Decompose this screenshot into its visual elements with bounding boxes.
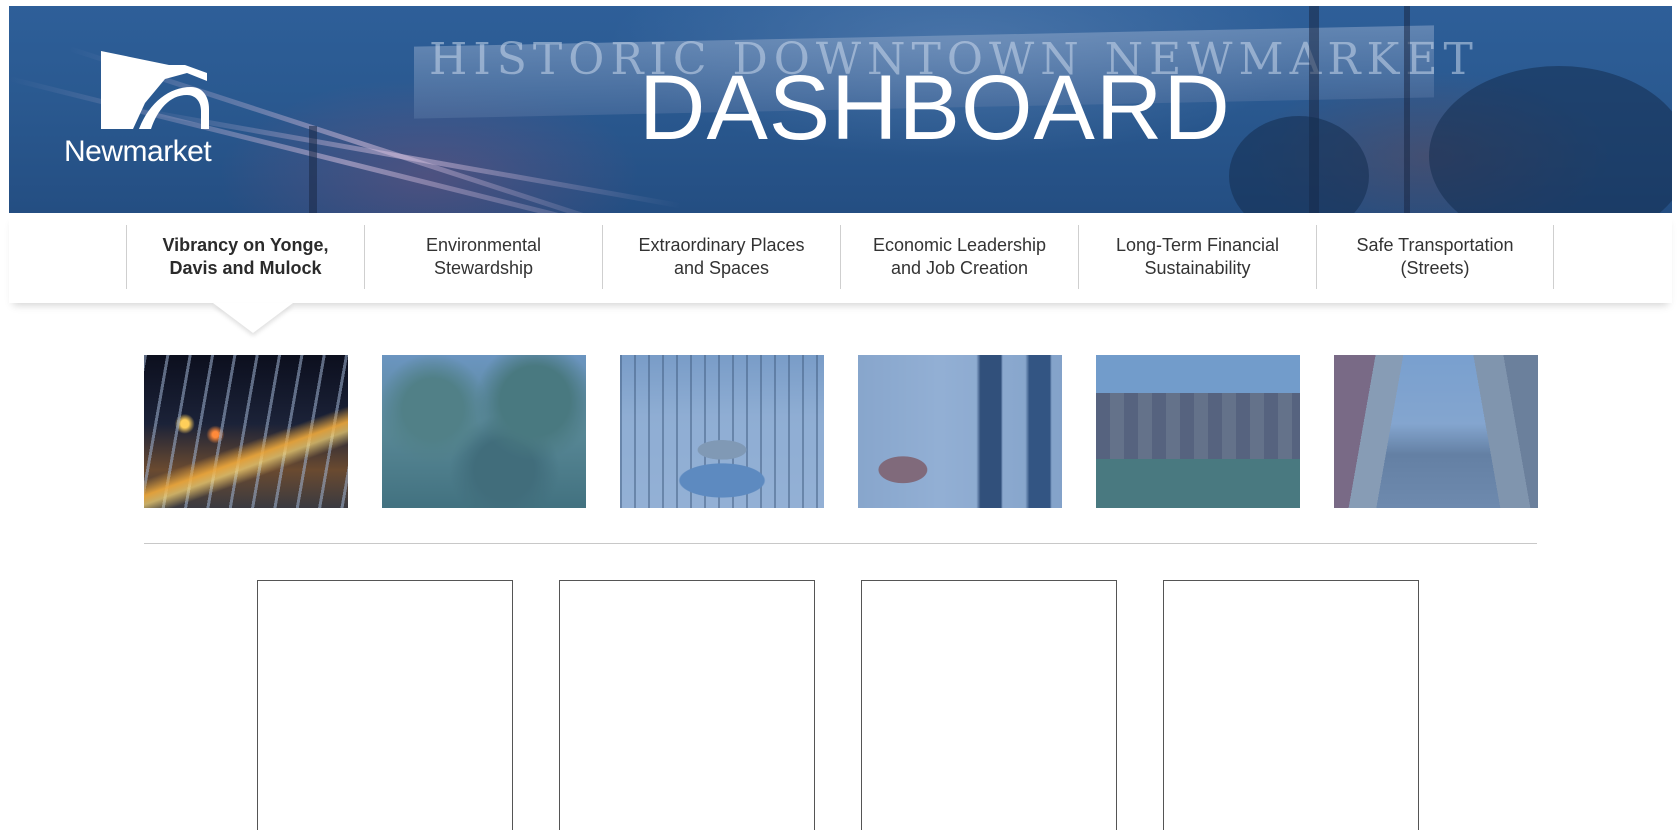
- section-divider: [144, 543, 1537, 544]
- newmarket-logo-icon: [101, 51, 209, 129]
- category-thumbnails: [144, 355, 1538, 508]
- thumbnail-extraordinary-places[interactable]: [620, 355, 824, 508]
- page-title: DASHBOARD: [639, 57, 1231, 159]
- metric-panels: [257, 580, 1419, 830]
- tab-label: Long-Term Financial Sustainability: [1115, 235, 1280, 278]
- tab-label: Environmental Stewardship: [425, 235, 542, 278]
- active-tab-pointer: [213, 303, 293, 333]
- tab-safe-transportation[interactable]: Safe Transportation (Streets): [1316, 225, 1554, 289]
- tab-label: Vibrancy on Yonge, Davis and Mulock: [162, 235, 329, 278]
- newmarket-logo[interactable]: Newmarket: [59, 51, 239, 181]
- tab-financial-sustainability[interactable]: Long-Term Financial Sustainability: [1078, 225, 1316, 289]
- dashboard-page: HISTORIC DOWNTOWN NEWMARKET DASHBOARD Ne…: [0, 0, 1680, 830]
- thumbnail-financial-sustainability[interactable]: [1096, 355, 1300, 508]
- banner-tree: [1429, 66, 1672, 213]
- category-tabs: Vibrancy on Yonge, Davis and Mulock Envi…: [126, 225, 1554, 289]
- category-tabbar: Vibrancy on Yonge, Davis and Mulock Envi…: [9, 213, 1672, 333]
- tab-label: Economic Leadership and Job Creation: [872, 235, 1047, 278]
- thumbnail-safe-transportation[interactable]: [1334, 355, 1538, 508]
- header-banner: HISTORIC DOWNTOWN NEWMARKET DASHBOARD Ne…: [9, 6, 1672, 213]
- tab-economic-leadership[interactable]: Economic Leadership and Job Creation: [840, 225, 1078, 289]
- tab-label: Safe Transportation (Streets): [1356, 235, 1514, 278]
- tab-extraordinary-places[interactable]: Extraordinary Places and Spaces: [602, 225, 840, 289]
- banner-tree: [1229, 116, 1369, 213]
- thumbnail-economic-leadership[interactable]: [858, 355, 1062, 508]
- banner-pole: [309, 126, 317, 213]
- logo-text: Newmarket: [64, 135, 212, 168]
- tab-label: Extraordinary Places and Spaces: [638, 235, 805, 278]
- tab-environmental-stewardship[interactable]: Environmental Stewardship: [364, 225, 602, 289]
- metric-panel: [861, 580, 1117, 830]
- banner-pole: [1404, 6, 1410, 213]
- thumbnail-vibrancy[interactable]: [144, 355, 348, 508]
- metric-panel: [559, 580, 815, 830]
- thumbnail-environmental-stewardship[interactable]: [382, 355, 586, 508]
- metric-panel: [1163, 580, 1419, 830]
- tab-vibrancy[interactable]: Vibrancy on Yonge, Davis and Mulock: [126, 225, 364, 289]
- metric-panel: [257, 580, 513, 830]
